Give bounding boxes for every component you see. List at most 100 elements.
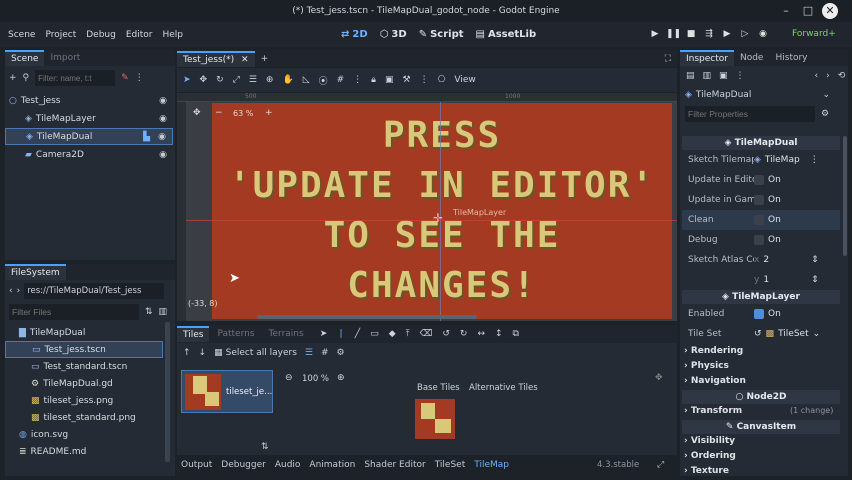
tab-shader-editor[interactable]: Shader Editor	[364, 460, 425, 470]
zoom-out-icon[interactable]: −	[215, 108, 223, 118]
highlight-layer-icon[interactable]: ☰	[305, 348, 313, 358]
scene-filter-input[interactable]	[35, 70, 116, 86]
expand-icon[interactable]: ✥	[655, 373, 663, 383]
select-all-layers-button[interactable]: ▦ Select all layers	[214, 348, 297, 358]
tab-test-jess[interactable]: Test_jess(*) ✕	[177, 50, 255, 67]
tab-tilemap[interactable]: TileMap	[474, 460, 509, 470]
snap-menu-icon[interactable]: ⋮	[353, 75, 362, 85]
zoom-level[interactable]: 63 %	[233, 109, 253, 118]
tab-close-icon[interactable]: ✕	[241, 55, 249, 65]
select-tool-icon[interactable]: ➤	[183, 75, 191, 85]
tab-terrains[interactable]: Terrains	[263, 327, 310, 341]
property-filter-input[interactable]	[685, 106, 815, 122]
next-layer-icon[interactable]: ↓	[199, 348, 207, 358]
prop-update-in-game[interactable]: Update in Game On	[682, 190, 840, 210]
ruler-tool-icon[interactable]: ◺	[303, 75, 310, 85]
chevron-down-icon[interactable]: ⌄	[822, 90, 830, 100]
prop-sketch-atlas-coords-y[interactable]: y 1 ⇕	[682, 270, 840, 290]
fs-item-test-jess[interactable]: ▭ Test_jess.tscn	[5, 341, 163, 358]
back-icon[interactable]: ‹	[9, 286, 13, 296]
visibility-eye-icon[interactable]: ◉	[158, 132, 166, 142]
skeleton-menu-icon[interactable]: ⋮	[420, 75, 429, 85]
rect-icon[interactable]: ▭	[370, 329, 379, 339]
stop-icon[interactable]: ■	[684, 27, 698, 41]
lock-icon[interactable]: 🔒︎	[371, 75, 376, 85]
rotate-left-icon[interactable]: ↺	[442, 329, 450, 339]
checkbox-checked[interactable]	[754, 309, 764, 319]
group-visibility[interactable]: › Visibility	[684, 436, 735, 446]
tab-inspector[interactable]: Inspector	[680, 50, 734, 66]
tab-node[interactable]: Node	[734, 51, 770, 65]
tile-atlas[interactable]	[415, 399, 455, 439]
mode-script-button[interactable]: ✎ Script	[419, 29, 464, 40]
sort-icon[interactable]: ⇅	[261, 442, 269, 452]
path-field[interactable]: res://TileMapDual/Test_jess	[24, 283, 165, 299]
checkbox[interactable]	[754, 195, 764, 205]
menu-project[interactable]: Project	[40, 30, 81, 40]
tab-filesystem[interactable]: FileSystem	[5, 264, 66, 280]
tab-output[interactable]: Output	[181, 460, 212, 470]
scale-tool-icon[interactable]: ⤢	[233, 75, 240, 85]
grid-snap-icon[interactable]: #	[337, 75, 345, 85]
list-select-icon[interactable]: ☰	[249, 75, 257, 85]
section-tilemapdual[interactable]: ◈ TileMapDual	[682, 136, 840, 150]
line-icon[interactable]: ╱	[355, 329, 360, 339]
tab-debugger[interactable]: Debugger	[221, 460, 266, 470]
movie-icon[interactable]: ◉	[756, 27, 770, 41]
fs-item-tileset-jess[interactable]: ▩ tileset_jess.png	[5, 392, 173, 409]
visibility-eye-icon[interactable]: ◉	[159, 96, 167, 106]
section-node2d[interactable]: ○ Node2D	[682, 390, 840, 404]
extra-menu-icon[interactable]: ⋮	[736, 71, 745, 81]
tools-icon[interactable]: ⚙	[337, 348, 345, 358]
tree-node-tilemaplayer[interactable]: ◈ TileMapLayer ◉	[5, 110, 173, 127]
group-ordering[interactable]: › Ordering	[684, 451, 736, 461]
tree-node-tilemapdual[interactable]: ◈ TileMapDual ▙ ◉	[5, 128, 173, 145]
spin-icon[interactable]: ⇕	[811, 255, 819, 265]
section-tilemaplayer[interactable]: ◈ TileMapLayer	[682, 290, 840, 304]
menu-editor[interactable]: Editor	[121, 30, 158, 40]
group-icon[interactable]: ▣	[385, 75, 394, 85]
expand-panel-icon[interactable]: ⤢	[657, 460, 664, 470]
menu-help[interactable]: Help	[158, 30, 189, 40]
mode-3d-button[interactable]: ⬡ 3D	[380, 29, 407, 40]
add-node-icon[interactable]: +	[9, 73, 17, 83]
visibility-eye-icon[interactable]: ◉	[159, 150, 167, 160]
tree-node-camera2d[interactable]: ▰ Camera2D ◉	[5, 146, 173, 163]
eraser-icon[interactable]: ⌫	[420, 329, 433, 339]
group-rendering[interactable]: › Rendering	[684, 346, 743, 356]
prop-debug[interactable]: Debug On	[682, 230, 840, 250]
pivot-icon[interactable]: ✛	[433, 211, 443, 225]
menu-dots-icon[interactable]: ⋮	[810, 155, 819, 165]
remote-debug-icon[interactable]: ⇶	[702, 27, 716, 41]
tab-tileset[interactable]: TileSet	[435, 460, 466, 470]
checkbox[interactable]	[754, 215, 764, 225]
pan-tool-icon[interactable]: ✋	[282, 75, 293, 85]
new-resource-icon[interactable]: ▤	[686, 71, 695, 81]
back-icon[interactable]: ‹	[815, 71, 819, 81]
new-tab-icon[interactable]: +	[261, 54, 269, 64]
flip-v-icon[interactable]: ↕	[495, 329, 503, 339]
script-icon[interactable]: ▙	[143, 132, 150, 142]
fs-item-tileset-standard[interactable]: ▩ tileset_standard.png	[5, 409, 173, 426]
fs-item-icon-svg[interactable]: ◍ icon.svg	[5, 426, 173, 443]
distraction-free-icon[interactable]: ⛶	[665, 54, 671, 64]
chevron-down-icon[interactable]: ⌄	[813, 329, 821, 339]
checkbox[interactable]	[754, 175, 764, 185]
tab-animation[interactable]: Animation	[309, 460, 355, 470]
tab-patterns[interactable]: Patterns	[211, 327, 260, 341]
play-custom-icon[interactable]: ▷	[738, 27, 752, 41]
tab-audio[interactable]: Audio	[275, 460, 301, 470]
tab-tiles[interactable]: Tiles	[177, 326, 210, 342]
mode-assetlib-button[interactable]: ▤ AssetLib	[476, 29, 537, 40]
forward-icon[interactable]: ›	[17, 286, 21, 296]
move-handle-icon[interactable]: ✥	[193, 108, 201, 118]
sort-icon[interactable]: ⇅	[145, 307, 153, 317]
prop-clean[interactable]: Clean On	[682, 210, 840, 230]
tileset-list-item[interactable]: tileset_je...	[181, 370, 273, 413]
tab-scene[interactable]: Scene	[5, 50, 45, 66]
filesystem-scrollbar[interactable]	[165, 322, 170, 462]
camera-override-icon[interactable]: ⎔	[438, 75, 446, 85]
group-texture[interactable]: › Texture	[684, 466, 729, 476]
reset-icon[interactable]: ↺	[754, 329, 762, 339]
renderer-select[interactable]: Forward+	[792, 29, 836, 39]
